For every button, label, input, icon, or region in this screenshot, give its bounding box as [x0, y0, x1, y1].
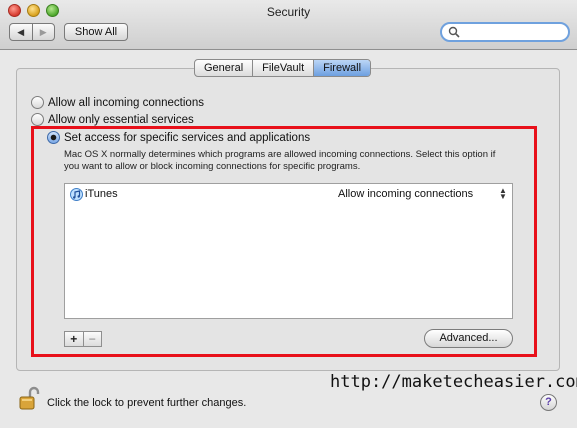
chevron-right-icon: ▶ — [39, 26, 47, 37]
back-forward-control: ◀ ▶ — [9, 23, 55, 41]
up-down-arrows-icon[interactable]: ▲ ▼ — [499, 187, 507, 201]
preferences-window: Security ◀ ▶ Show All General FileVault … — [0, 0, 577, 428]
app-name: iTunes — [85, 188, 118, 200]
search-input[interactable] — [440, 22, 570, 42]
radio-button-selected[interactable] — [47, 131, 60, 144]
remove-app-button[interactable]: − — [84, 332, 102, 346]
radio-label: Set access for specific services and app… — [64, 131, 311, 144]
advanced-button[interactable]: Advanced... — [424, 329, 513, 348]
radio-specific-services[interactable]: Set access for specific services and app… — [47, 131, 310, 144]
list-item[interactable]: iTunes Allow incoming connections ▲ ▼ — [65, 186, 512, 202]
firewall-description: Mac OS X normally determines which progr… — [64, 149, 496, 172]
radio-allow-all[interactable]: Allow all incoming connections — [31, 96, 204, 109]
tab-bar: General FileVault Firewall — [194, 59, 372, 77]
watermark-text: http://maketecheasier.com — [330, 372, 577, 392]
tab-general[interactable]: General — [195, 60, 254, 76]
back-button[interactable]: ◀ — [10, 24, 33, 40]
title-bar: Security ◀ ▶ Show All — [0, 0, 577, 50]
add-remove-control: + − — [64, 331, 102, 347]
lock-hint-text: Click the lock to prevent further change… — [47, 397, 247, 409]
unlocked-lock-icon[interactable] — [18, 385, 40, 411]
tab-filevault[interactable]: FileVault — [253, 60, 315, 76]
forward-button[interactable]: ▶ — [33, 24, 55, 40]
window-title: Security — [266, 5, 311, 19]
tab-firewall[interactable]: Firewall — [314, 60, 371, 76]
help-button[interactable]: ? — [540, 394, 557, 411]
radio-essential-only[interactable]: Allow only essential services — [31, 113, 194, 126]
radio-button[interactable] — [31, 96, 44, 109]
radio-label: Allow all incoming connections — [48, 96, 204, 109]
app-list[interactable]: iTunes Allow incoming connections ▲ ▼ — [64, 183, 513, 319]
radio-label: Allow only essential services — [48, 113, 194, 126]
connection-setting-popup[interactable]: Allow incoming connections — [338, 188, 473, 200]
radio-button[interactable] — [31, 113, 44, 126]
search-icon — [448, 26, 460, 38]
chevron-left-icon: ◀ — [17, 26, 25, 37]
add-app-button[interactable]: + — [65, 332, 84, 346]
show-all-button[interactable]: Show All — [64, 23, 128, 41]
itunes-icon — [70, 188, 83, 201]
